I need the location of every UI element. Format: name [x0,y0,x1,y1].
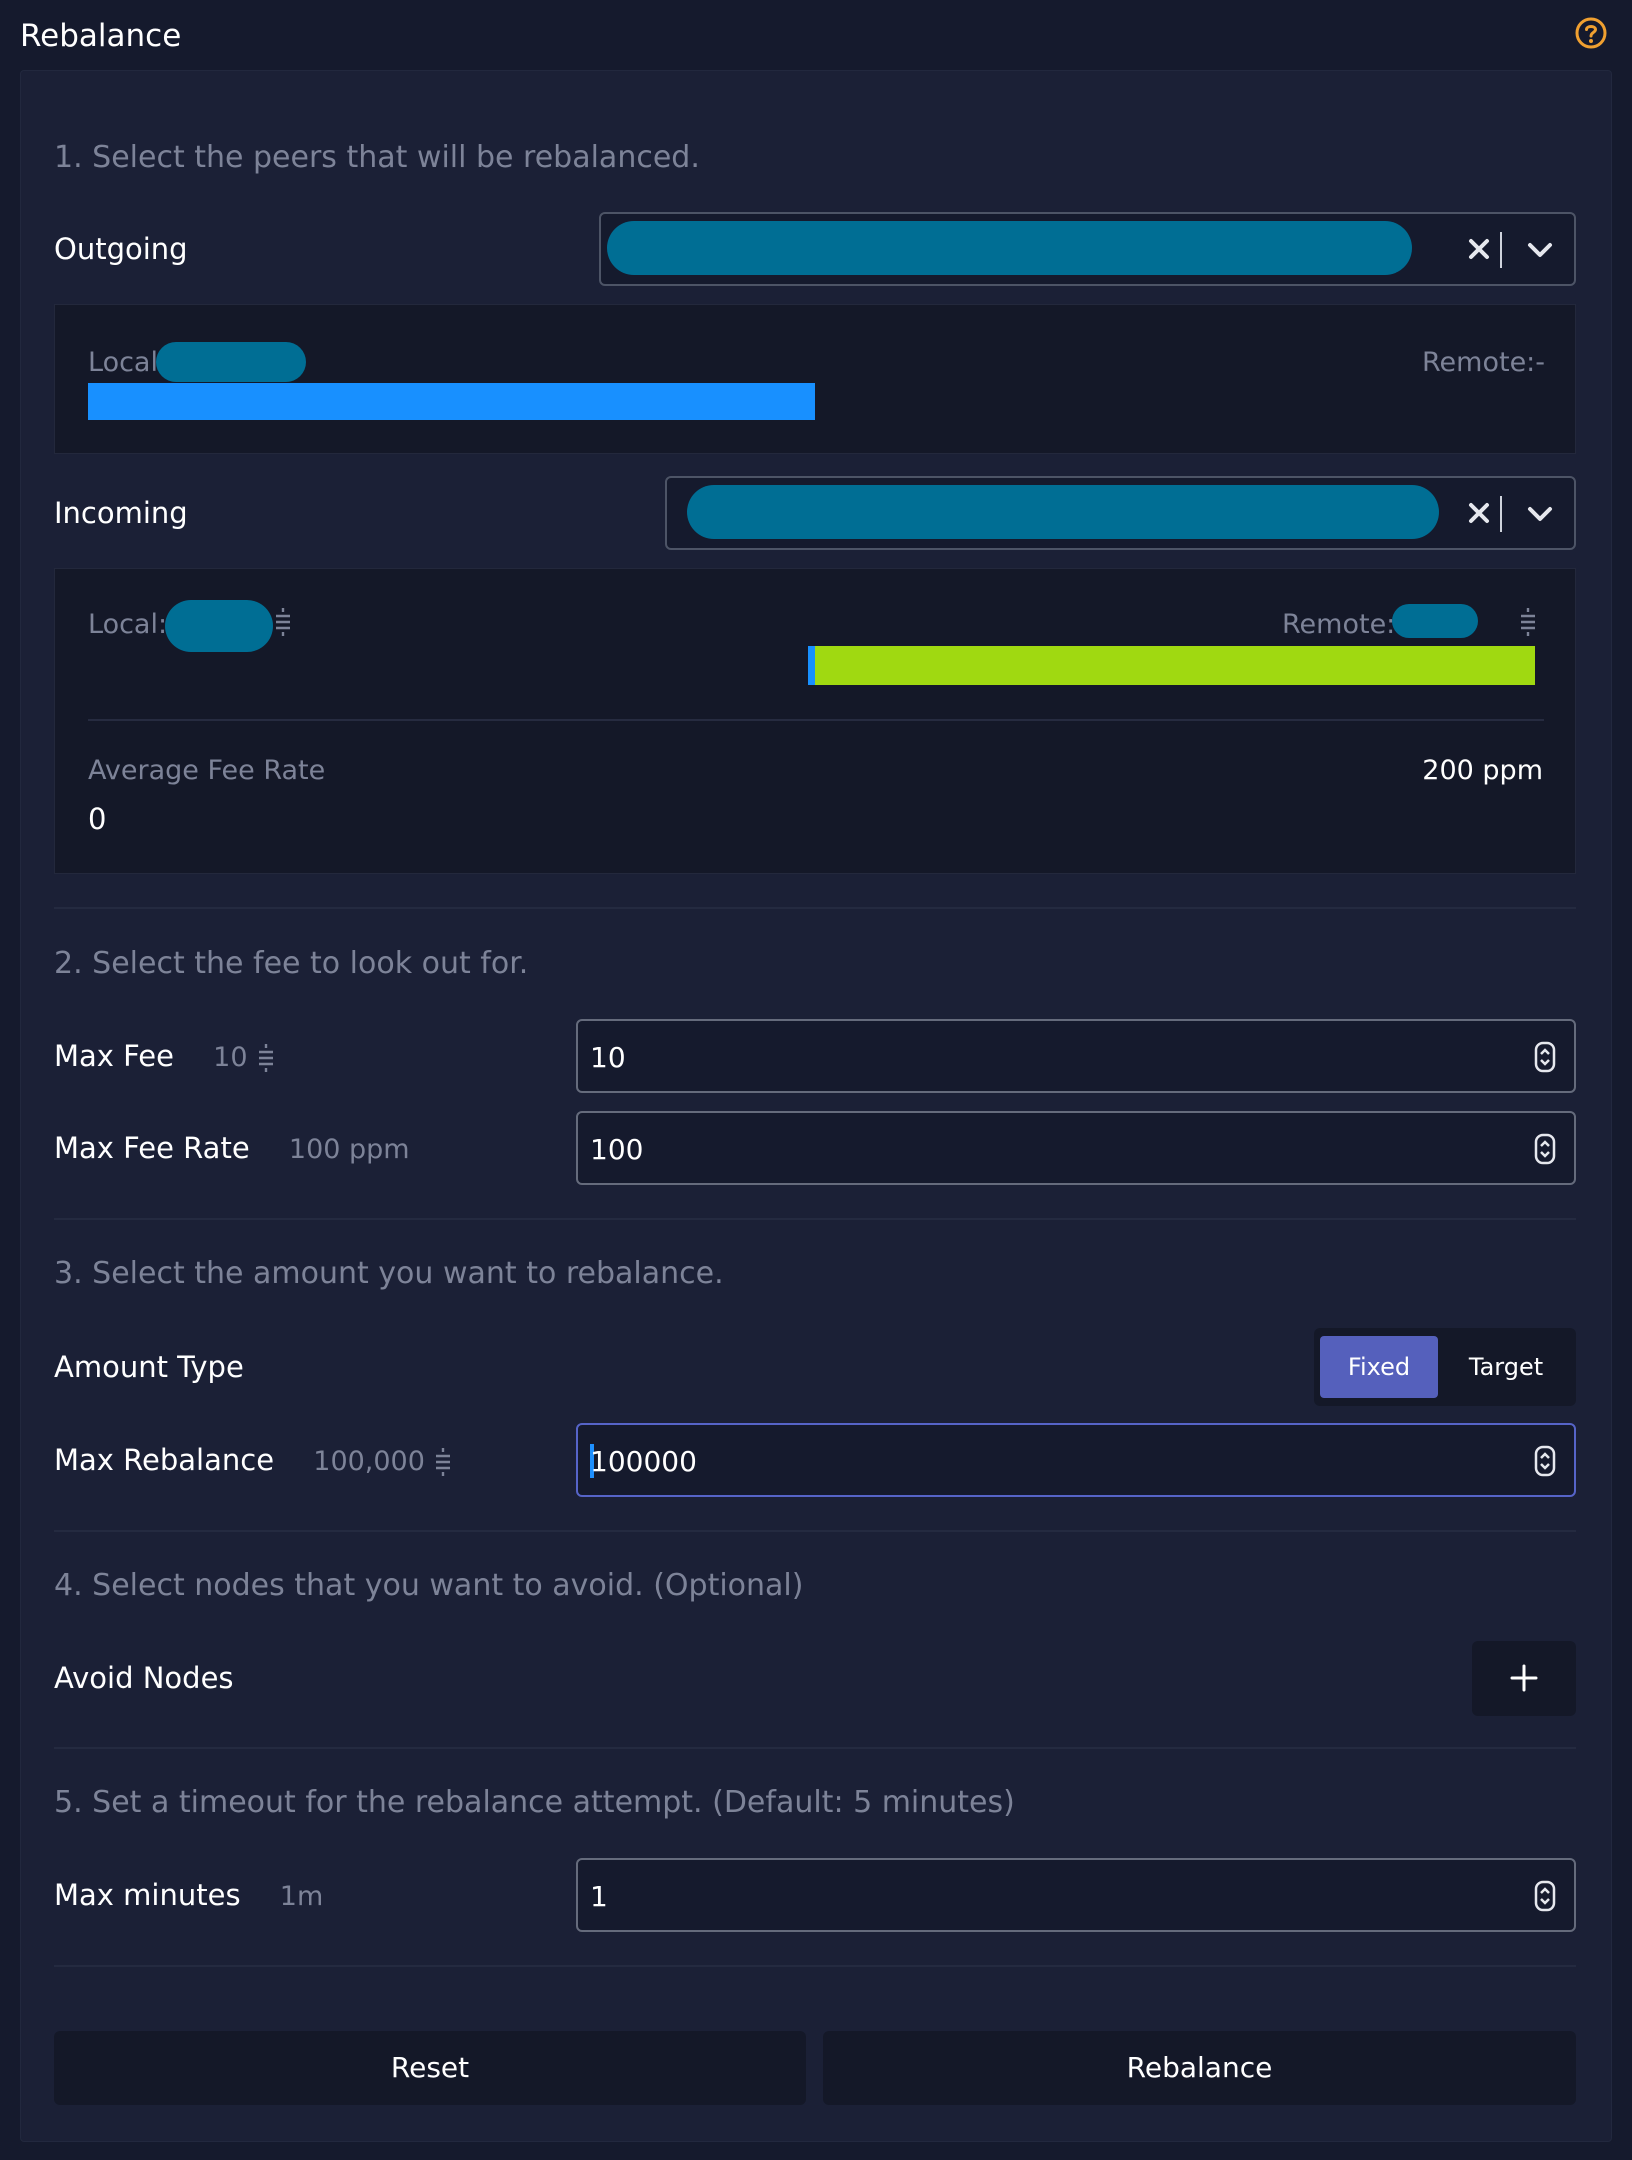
divider [54,1530,1576,1532]
incoming-selected-chip [687,485,1439,539]
satoshi-icon [276,608,290,636]
avg-fee-value: 0 [88,802,107,836]
divider [54,1747,1576,1749]
amount-type-target[interactable]: Target [1442,1336,1570,1398]
max-fee-rate-label-text: Max Fee Rate [54,1131,250,1165]
add-avoid-node-button[interactable] [1472,1641,1576,1716]
max-rebalance-label: Max Rebalance 100,000 [54,1443,452,1477]
max-minutes-label-text: Max minutes [54,1878,241,1912]
avoid-nodes-label: Avoid Nodes [54,1661,234,1695]
step4-title: 4. Select nodes that you want to avoid. … [54,1568,804,1603]
clear-icon[interactable] [1462,496,1496,530]
avg-fee-label: Average Fee Rate [88,755,326,786]
outgoing-local-fill [88,383,815,420]
satoshi-icon [436,1448,451,1476]
max-fee-label: Max Fee 10 [54,1039,275,1073]
clear-icon[interactable] [1462,232,1496,266]
spinner-icon[interactable] [1534,1133,1556,1165]
outgoing-local-label: Local [88,347,158,378]
fee-rate-value: 200 ppm [1422,755,1543,786]
max-fee-rate-input[interactable]: 100 [576,1111,1576,1185]
max-fee-label-text: Max Fee [54,1039,174,1073]
max-minutes-sub: 1m [279,1881,324,1912]
select-separator [1500,496,1502,532]
outgoing-remote-label: Remote:- [1422,347,1546,378]
outgoing-balance-panel: Local Remote:- [54,304,1576,454]
outgoing-label: Outgoing [54,232,188,266]
satoshi-icon [1521,608,1535,636]
select-separator [1500,232,1502,268]
rebalance-button[interactable]: Rebalance [823,2031,1576,2105]
max-minutes-input[interactable]: 1 [576,1858,1576,1932]
amount-type-label: Amount Type [54,1350,244,1384]
incoming-select[interactable] [665,476,1576,550]
spinner-icon[interactable] [1534,1880,1556,1912]
step2-title: 2. Select the fee to look out for. [54,946,529,981]
divider [54,1965,1576,1967]
panel-divider [88,719,1544,721]
redacted-amount [156,342,306,382]
amount-type-toggle: Fixed Target [1314,1328,1576,1406]
incoming-remote-label: Remote: [1282,609,1396,640]
step1-title: 1. Select the peers that will be rebalan… [54,140,700,175]
max-rebalance-value: 100000 [590,1445,697,1478]
max-fee-rate-label: Max Fee Rate 100 ppm [54,1131,410,1165]
max-rebalance-sub: 100,000 [313,1446,425,1477]
max-fee-rate-sub: 100 ppm [288,1134,410,1165]
max-minutes-label: Max minutes 1m [54,1878,323,1912]
satoshi-icon [258,1044,273,1072]
max-fee-input[interactable]: 10 [576,1019,1576,1093]
spinner-icon[interactable] [1534,1041,1556,1073]
plus-icon [1510,1664,1538,1692]
chevron-down-icon[interactable] [1524,500,1556,528]
incoming-local-label: Local: [88,609,168,640]
amount-type-fixed[interactable]: Fixed [1320,1336,1438,1398]
outgoing-balance-bar [88,383,815,420]
step5-title: 5. Set a timeout for the rebalance attem… [54,1785,1015,1820]
step3-title: 3. Select the amount you want to rebalan… [54,1256,724,1291]
redacted-amount [165,600,273,652]
outgoing-select[interactable] [599,212,1576,286]
redacted-amount [1392,604,1478,638]
max-minutes-value: 1 [590,1880,608,1913]
question-circle-icon[interactable] [1574,16,1608,50]
reset-button[interactable]: Reset [54,2031,806,2105]
page-title: Rebalance [20,18,182,54]
incoming-balance-bar [808,646,1535,685]
chevron-down-icon[interactable] [1524,236,1556,264]
max-rebalance-label-text: Max Rebalance [54,1443,275,1477]
max-rebalance-input[interactable]: 100000 [576,1423,1576,1497]
max-fee-rate-value: 100 [590,1133,644,1166]
max-fee-sub: 10 [213,1042,248,1073]
incoming-label: Incoming [54,496,188,530]
divider [54,1218,1576,1220]
spinner-icon[interactable] [1534,1445,1556,1477]
outgoing-selected-chip [607,221,1412,275]
divider [54,907,1576,909]
incoming-balance-panel: Local: Remote: Average Fee Rate 0 200 pp… [54,568,1576,874]
incoming-local-fill [808,646,816,685]
max-fee-value: 10 [590,1041,626,1074]
